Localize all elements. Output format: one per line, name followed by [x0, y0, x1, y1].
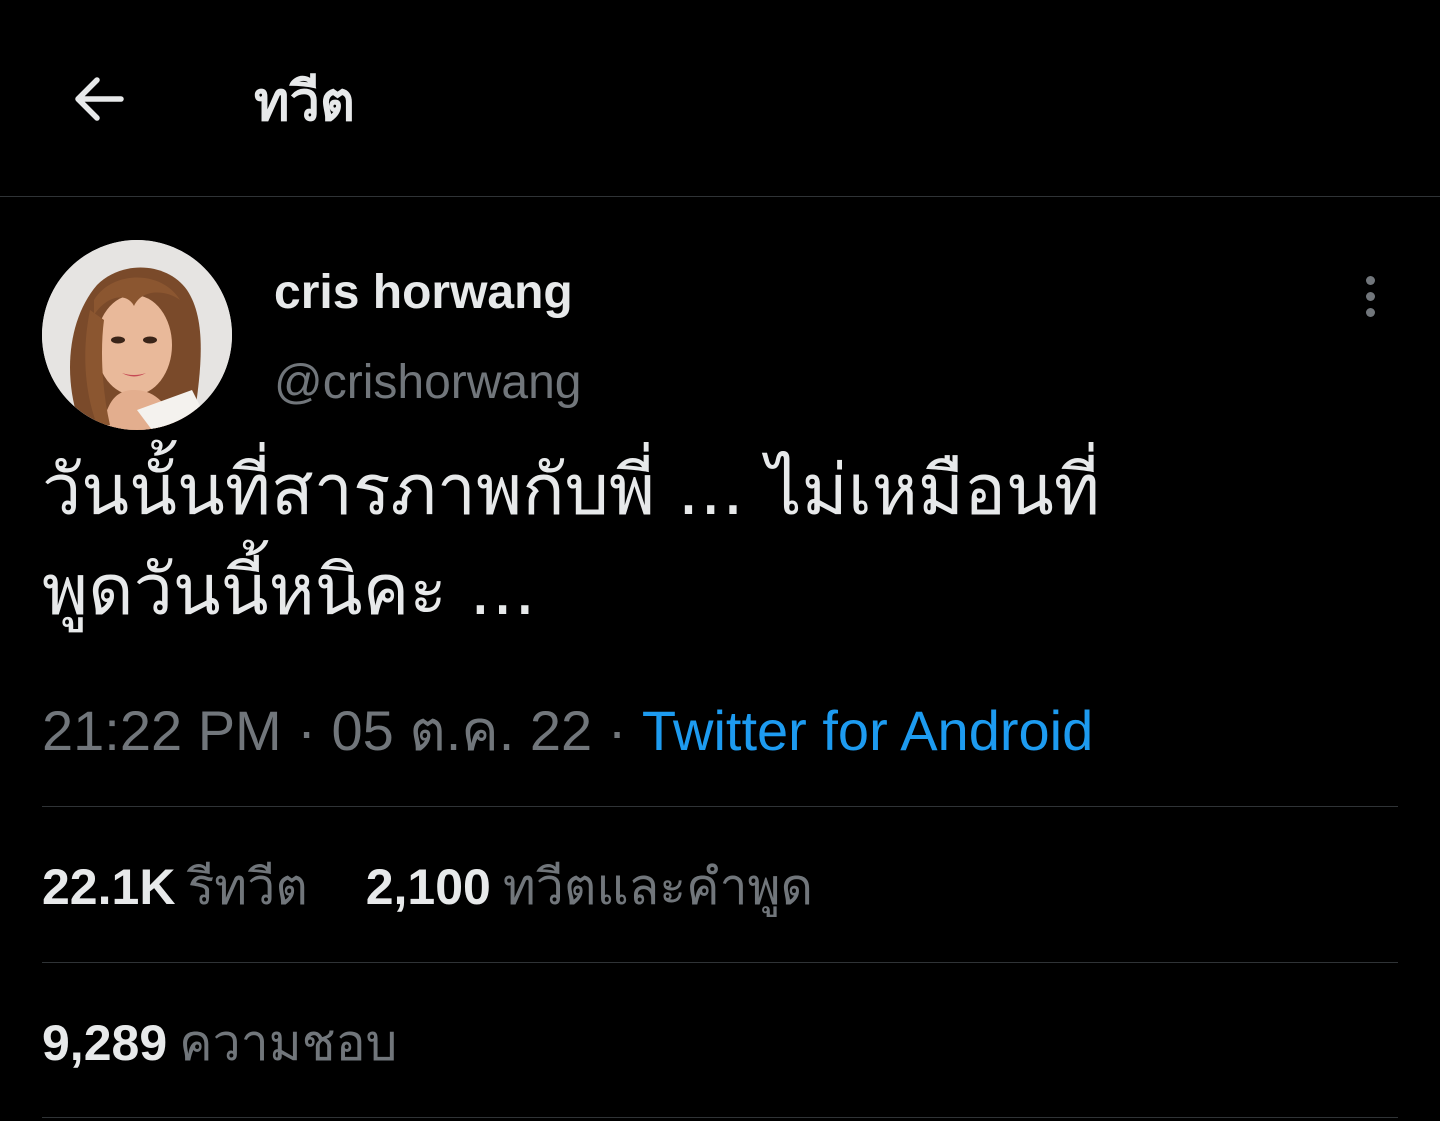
tweet-time[interactable]: 21:22 PM — [42, 699, 282, 762]
retweets-stat[interactable]: 22.1K รีทวีต — [42, 852, 308, 922]
more-options-button[interactable] — [1344, 266, 1396, 326]
more-vertical-icon — [1365, 275, 1375, 317]
meta-separator: · — [297, 699, 316, 762]
meta-separator: · — [607, 699, 627, 762]
back-button[interactable] — [60, 62, 138, 140]
likes-stats-row: 9,289 ความชอบ — [42, 1008, 441, 1078]
divider — [42, 962, 1398, 963]
tweet-text: วันนั้นที่สารภาพกับพี่ ... ไม่เหมือนที่ … — [42, 440, 1402, 640]
page-title: ทวีต — [254, 70, 355, 133]
tweet-text-line: วันนั้นที่สารภาพกับพี่ ... ไม่เหมือนที่ — [42, 449, 1101, 531]
tweet-detail-screen: ทวีต cris horwang @crishorwang วันนั้นที… — [0, 0, 1440, 1121]
tweet-date[interactable]: 05 ต.ค. 22 — [331, 699, 592, 762]
tweet-source-link[interactable]: Twitter for Android — [642, 699, 1093, 762]
quotes-count: 2,100 — [365, 859, 491, 915]
likes-count: 9,289 — [42, 1015, 168, 1071]
divider — [42, 1117, 1398, 1118]
arrow-left-icon — [67, 67, 131, 135]
avatar[interactable] — [42, 240, 232, 430]
tweet-meta: 21:22 PM · 05 ต.ค. 22 · Twitter for Andr… — [42, 693, 1093, 769]
top-bar: ทวีต — [0, 0, 1440, 197]
quotes-stat[interactable]: 2,100 ทวีตและคำพูด — [366, 852, 813, 922]
author-handle[interactable]: @crishorwang — [274, 348, 582, 418]
quotes-label: ทวีตและคำพูด — [502, 858, 814, 916]
author-display-name[interactable]: cris horwang — [274, 258, 573, 328]
engagement-stats-row: 22.1K รีทวีต 2,100 ทวีตและคำพูด — [42, 852, 857, 922]
likes-label: ความชอบ — [179, 1014, 398, 1072]
retweets-label: รีทวีต — [187, 858, 308, 916]
retweets-count: 22.1K — [42, 859, 176, 915]
divider — [42, 806, 1398, 807]
tweet-text-line: พูดวันนี้หนิคะ ... — [42, 549, 537, 631]
likes-stat[interactable]: 9,289 ความชอบ — [42, 1008, 397, 1078]
